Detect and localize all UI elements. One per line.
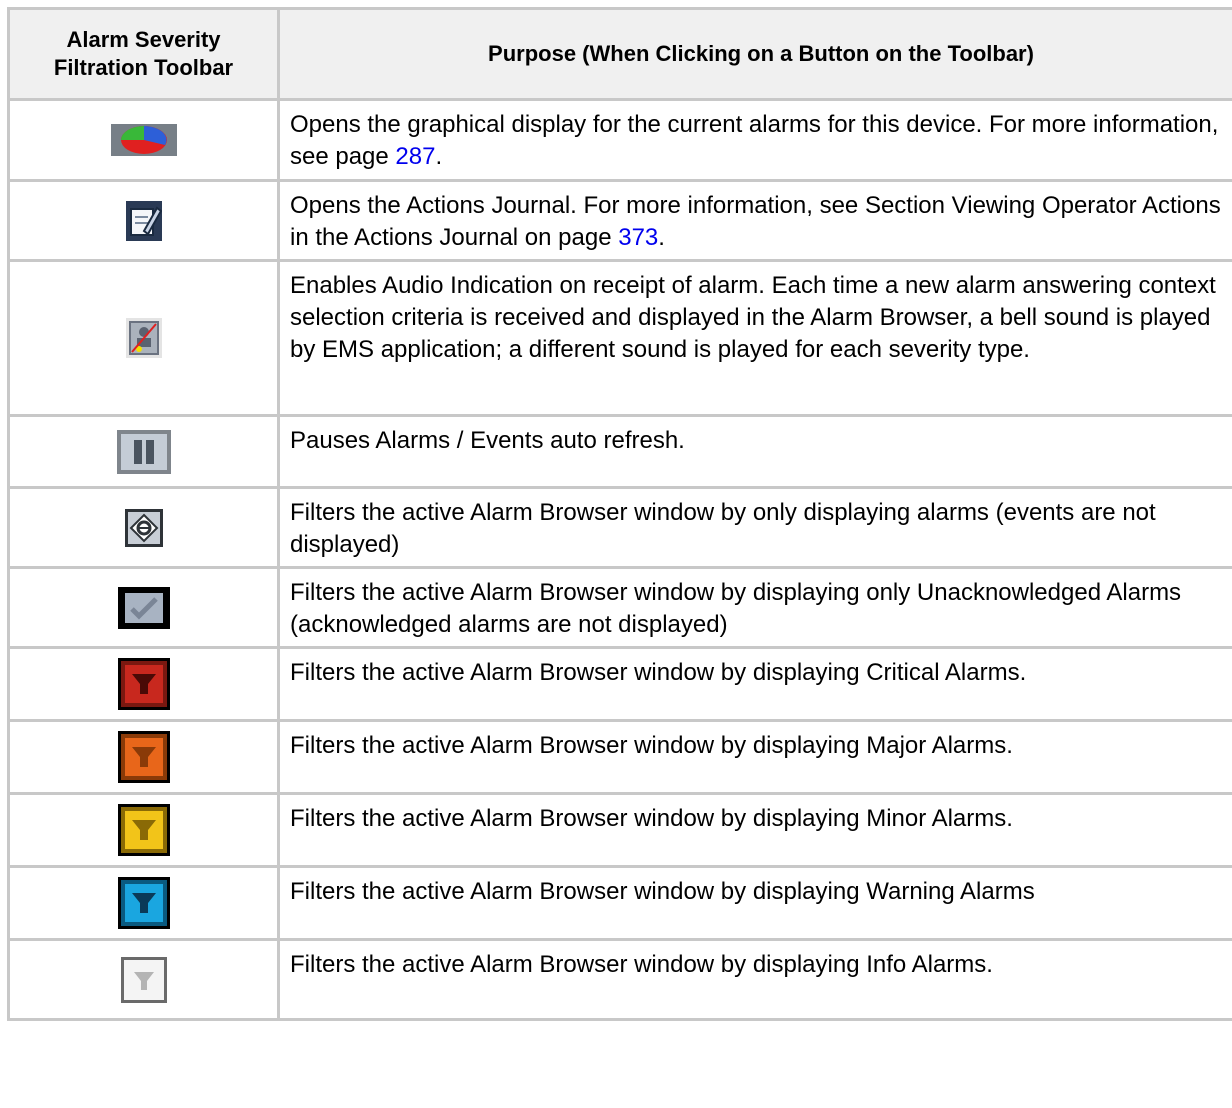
- table-row: Opens the Actions Journal. For more info…: [7, 179, 1232, 262]
- header-purpose-column: Purpose (When Clicking on a Button on th…: [277, 7, 1232, 101]
- row-description: Filters the active Alarm Browser window …: [277, 938, 1232, 1021]
- table-row: Enables Audio Indication on receipt of a…: [7, 259, 1232, 417]
- critical-filter-icon[interactable]: [117, 658, 170, 710]
- journal-edit-icon[interactable]: [125, 200, 162, 241]
- unacknowledged-check-icon[interactable]: [117, 586, 170, 629]
- header-toolbar-line2: Filtration Toolbar: [53, 55, 234, 80]
- audio-indication-off-icon[interactable]: [125, 318, 162, 358]
- major-filter-icon[interactable]: [117, 731, 170, 783]
- table-row: Filters the active Alarm Browser window …: [7, 646, 1232, 722]
- row-description: Pauses Alarms / Events auto refresh.: [277, 414, 1232, 489]
- row-description-end: .: [658, 224, 665, 251]
- header-toolbar-line1: Alarm Severity: [66, 27, 221, 52]
- row-description: Filters the active Alarm Browser window …: [277, 646, 1232, 722]
- page-link[interactable]: 287: [395, 143, 435, 170]
- pie-chart-icon[interactable]: [110, 124, 177, 156]
- header-toolbar-column: Alarm Severity Filtration Toolbar: [7, 7, 280, 101]
- row-description: Filters the active Alarm Browser window …: [277, 566, 1232, 649]
- table-row: Filters the active Alarm Browser window …: [7, 865, 1232, 941]
- table-header-row: Alarm Severity Filtration Toolbar Purpos…: [7, 7, 1232, 101]
- row-description: Opens the Actions Journal. For more info…: [290, 192, 1221, 251]
- table-row: Filters the active Alarm Browser window …: [7, 566, 1232, 649]
- table-row: Filters the active Alarm Browser window …: [7, 486, 1232, 569]
- table-row: Filters the active Alarm Browser window …: [7, 719, 1232, 795]
- row-description: Filters the active Alarm Browser window …: [277, 792, 1232, 868]
- table-row: Pauses Alarms / Events auto refresh.: [7, 414, 1232, 489]
- row-description: Filters the active Alarm Browser window …: [277, 719, 1232, 795]
- table-row: Filters the active Alarm Browser window …: [7, 792, 1232, 868]
- minor-filter-icon[interactable]: [117, 804, 170, 856]
- row-description: Filters the active Alarm Browser window …: [277, 865, 1232, 941]
- table-row: Filters the active Alarm Browser window …: [7, 938, 1232, 1021]
- alarms-only-filter-icon[interactable]: [124, 508, 163, 547]
- info-filter-icon[interactable]: [120, 956, 167, 1003]
- pause-icon[interactable]: [116, 429, 171, 474]
- table-row: Opens the graphical display for the curr…: [7, 98, 1232, 182]
- warning-filter-icon[interactable]: [117, 877, 170, 929]
- row-description: Enables Audio Indication on receipt of a…: [277, 259, 1232, 417]
- row-description-end: .: [435, 143, 443, 170]
- page-link[interactable]: 373: [618, 224, 658, 251]
- toolbar-reference-table: Alarm Severity Filtration Toolbar Purpos…: [7, 7, 1232, 1021]
- row-description: Filters the active Alarm Browser window …: [277, 486, 1232, 569]
